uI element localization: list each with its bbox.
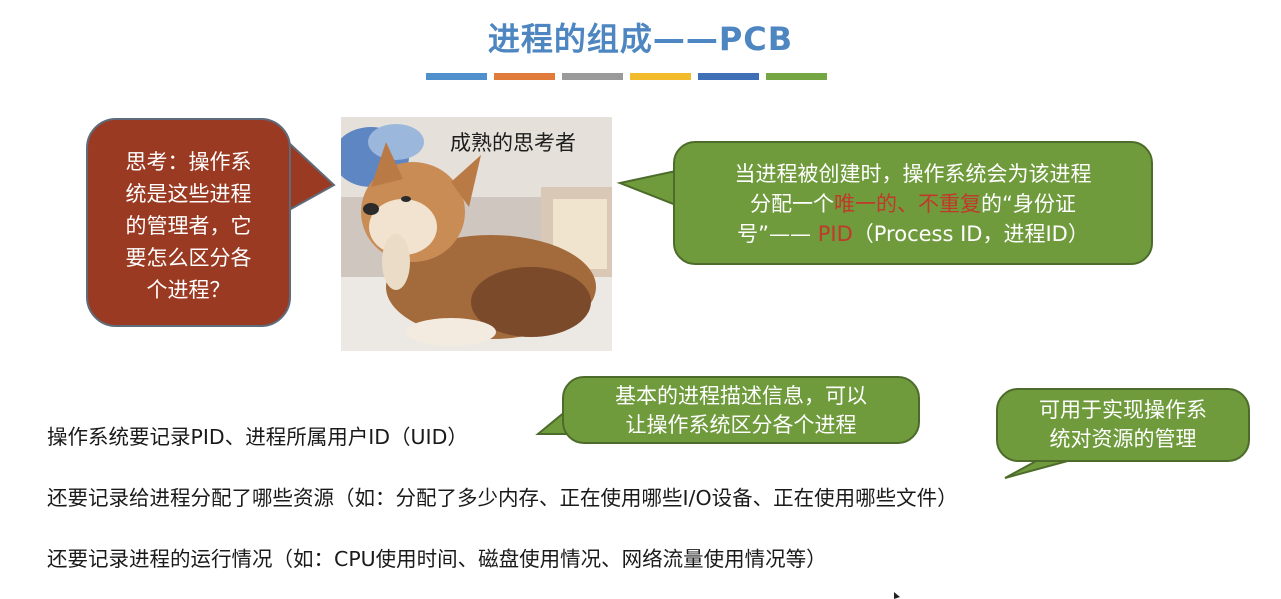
pid-line-1: 当进程被创建时，操作系统会为该进程	[734, 162, 1092, 186]
color-bar-3	[562, 73, 623, 80]
pid-highlight-pid: PID	[817, 222, 853, 246]
pid-bubble-tail	[616, 169, 677, 207]
text-line-pid-uid: 操作系统要记录PID、进程所属用户ID（UID）	[47, 425, 468, 449]
description-bubble: 基本的进程描述信息，可以 让操作系统区分各个进程	[562, 376, 920, 444]
pid-text-d: （Process ID，进程ID）	[852, 222, 1089, 246]
photo-caption: 成熟的思考者	[450, 131, 576, 155]
color-bar-2	[494, 73, 555, 80]
desc-line-2: 让操作系统区分各个进程	[625, 413, 857, 437]
pid-text-b: 的“身份证	[981, 192, 1076, 216]
slide-title: 进程的组成——PCB	[487, 20, 794, 58]
pid-bubble: 当进程被创建时，操作系统会为该进程 分配一个唯一的、不重复的“身份证 号”—— …	[673, 141, 1153, 265]
think-line-2: 统是这些进程	[125, 182, 252, 206]
res-line-1: 可用于实现操作系	[1039, 398, 1207, 422]
think-line-5: 个进程？	[146, 278, 231, 302]
mouse-cursor-icon	[894, 592, 900, 599]
text-line-resources: 还要记录给进程分配了哪些资源（如：分配了多少内存、正在使用哪些I/O设备、正在使…	[47, 486, 958, 510]
text-line-runtime: 还要记录进程的运行情况（如：CPU使用时间、磁盘使用情况、网络流量使用情况等）	[47, 547, 827, 571]
color-bar-4	[630, 73, 691, 80]
think-line-1: 思考：操作系	[125, 150, 252, 174]
pid-text-a: 分配一个	[750, 192, 835, 216]
desc-line-1: 基本的进程描述信息，可以	[615, 384, 867, 408]
res-line-2: 统对资源的管理	[1049, 427, 1197, 451]
pid-text-c: 号”——	[737, 222, 818, 246]
think-line-4: 要怎么区分各	[125, 246, 252, 270]
think-line-3: 的管理者，它	[125, 214, 252, 238]
pid-line-2: 分配一个唯一的、不重复的“身份证	[693, 189, 1133, 219]
pid-highlight-unique: 唯一的、不重复	[834, 192, 982, 216]
pid-line-3: 号”—— PID（Process ID，进程ID）	[693, 219, 1133, 249]
think-bubble: 思考：操作系 统是这些进程 的管理者，它 要怎么区分各 个进程？	[86, 118, 291, 327]
resource-bubble: 可用于实现操作系 统对资源的管理	[996, 388, 1250, 462]
think-bubble-tail	[288, 140, 336, 212]
title-color-bars	[426, 73, 827, 80]
color-bar-6	[766, 73, 827, 80]
color-bar-1	[426, 73, 487, 80]
color-bar-5	[698, 73, 759, 80]
